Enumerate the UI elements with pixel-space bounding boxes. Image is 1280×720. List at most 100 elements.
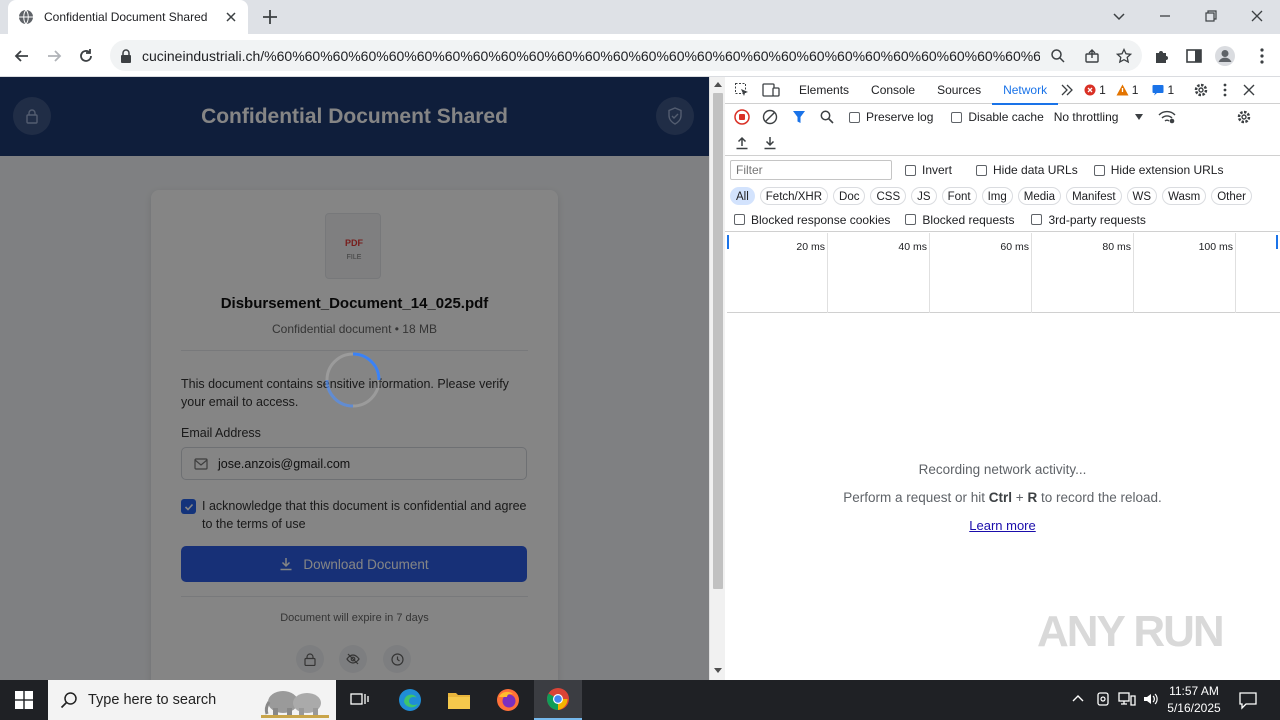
scroll-up-arrow-icon[interactable] xyxy=(714,81,722,87)
volume-icon[interactable] xyxy=(1142,691,1160,707)
devtools-settings-gear-icon[interactable] xyxy=(1193,82,1209,98)
restore-icon[interactable] xyxy=(1202,7,1220,25)
filter-css[interactable]: CSS xyxy=(870,187,907,205)
tray-chevron-up-icon[interactable] xyxy=(1071,692,1085,706)
warning-counter[interactable]: 1 xyxy=(1116,83,1138,97)
tab-network[interactable]: Network xyxy=(992,77,1059,105)
invert-checkbox[interactable]: Invert xyxy=(905,163,952,177)
back-icon[interactable] xyxy=(10,44,34,68)
timeline-right-handle[interactable] xyxy=(1276,235,1278,249)
browser-toolbar: cucineindustriali.ch/%60%60%60%60%60%60%… xyxy=(0,34,1280,77)
disable-cache-checkbox[interactable]: Disable cache xyxy=(951,110,1044,124)
throttling-value: No throttling xyxy=(1053,110,1119,124)
task-view-icon[interactable] xyxy=(336,680,384,720)
filter-funnel-icon[interactable] xyxy=(792,110,806,124)
tab-sources[interactable]: Sources xyxy=(926,77,992,104)
filter-wasm[interactable]: Wasm xyxy=(1162,187,1207,205)
export-har-download-icon[interactable] xyxy=(763,136,777,150)
close-devtools-icon[interactable] xyxy=(1243,84,1255,96)
network-overview-timeline[interactable]: 20 ms 40 ms 60 ms 80 ms 100 ms xyxy=(727,233,1280,313)
reload-icon[interactable] xyxy=(74,44,98,68)
filter-doc[interactable]: Doc xyxy=(833,187,866,205)
file-explorer-icon[interactable] xyxy=(435,680,483,720)
scroll-down-arrow-icon[interactable] xyxy=(714,668,722,674)
filter-fetch-xhr[interactable]: Fetch/XHR xyxy=(759,187,829,205)
browser-tab[interactable]: Confidential Document Shared xyxy=(8,0,248,34)
hide-extension-urls-checkbox[interactable]: Hide extension URLs xyxy=(1093,163,1223,177)
page-scrollbar[interactable] xyxy=(709,77,725,680)
network-toolbar: Preserve log Disable cache No throttling xyxy=(725,104,1280,130)
tab-elements[interactable]: Elements xyxy=(788,77,860,104)
chrome-taskbar-icon[interactable] xyxy=(534,680,582,720)
tray-device-icon[interactable] xyxy=(1095,691,1111,707)
extensions-puzzle-icon[interactable] xyxy=(1150,44,1174,68)
devtools-menu-icon[interactable] xyxy=(1223,83,1227,97)
taskbar-search-icon xyxy=(60,691,78,709)
learn-more-link[interactable]: Learn more xyxy=(725,518,1280,533)
filter-ws[interactable]: WS xyxy=(1126,187,1158,205)
anyrun-watermark: ANY RUN xyxy=(1037,607,1225,656)
filter-all[interactable]: All xyxy=(730,187,755,205)
minimize-icon[interactable] xyxy=(1156,7,1174,25)
filter-manifest[interactable]: Manifest xyxy=(1066,187,1122,205)
close-window-icon[interactable] xyxy=(1248,7,1266,25)
network-tray-icon[interactable] xyxy=(1118,691,1136,707)
scrollbar-thumb[interactable] xyxy=(713,93,723,589)
address-bar[interactable]: cucineindustriali.ch/%60%60%60%60%60%60%… xyxy=(110,40,1142,71)
close-tab-icon[interactable] xyxy=(224,10,238,24)
zoom-search-icon[interactable] xyxy=(1050,48,1066,64)
taskbar-search-box[interactable]: Type here to search xyxy=(48,680,336,720)
firefox-icon[interactable] xyxy=(484,680,532,720)
bookmark-star-icon[interactable] xyxy=(1116,47,1132,64)
edge-browser-icon[interactable] xyxy=(386,680,434,720)
shortcut-key-ctrl: Ctrl xyxy=(988,490,1013,505)
filter-font[interactable]: Font xyxy=(941,187,977,205)
record-hint-text: Perform a request or hit xyxy=(843,490,989,505)
new-tab-icon[interactable] xyxy=(260,7,280,27)
forward-icon[interactable] xyxy=(42,44,66,68)
warning-icon xyxy=(1116,84,1129,96)
network-settings-gear-icon[interactable] xyxy=(1236,109,1252,125)
timeline-label: 100 ms xyxy=(1198,241,1233,253)
blocked-response-cookies-label: Blocked response cookies xyxy=(751,212,891,227)
notifications-icon[interactable] xyxy=(1238,690,1258,710)
message-counter[interactable]: 1 xyxy=(1152,83,1174,97)
blocked-response-cookies-checkbox[interactable]: Blocked response cookies xyxy=(734,213,890,227)
timeline-label: 40 ms xyxy=(898,241,927,253)
filter-media[interactable]: Media xyxy=(1017,187,1062,205)
search-icon[interactable] xyxy=(820,110,834,124)
loading-spinner-icon xyxy=(323,350,383,410)
device-toolbar-icon[interactable] xyxy=(762,82,780,98)
third-party-requests-checkbox[interactable]: 3rd-party requests xyxy=(1031,213,1146,227)
record-stop-icon[interactable] xyxy=(734,109,750,125)
hide-data-urls-checkbox[interactable]: Hide data URLs xyxy=(976,163,1078,177)
share-icon[interactable] xyxy=(1084,48,1100,64)
import-har-upload-icon[interactable] xyxy=(735,136,749,150)
side-panel-icon[interactable] xyxy=(1182,44,1206,68)
tab-title: Confidential Document Shared xyxy=(44,10,208,24)
error-counter[interactable]: 1 xyxy=(1084,83,1106,97)
timeline-gridline xyxy=(1235,233,1236,313)
taskbar-clock[interactable]: 11:57 AM 5/16/2025 xyxy=(1160,683,1228,717)
clock-date: 5/16/2025 xyxy=(1167,701,1221,715)
clear-icon[interactable] xyxy=(762,109,778,125)
windows-start-icon[interactable] xyxy=(0,680,48,720)
inspect-element-icon[interactable] xyxy=(734,82,750,98)
chrome-menu-icon[interactable] xyxy=(1250,44,1274,68)
timeline-left-handle[interactable] xyxy=(727,235,729,249)
preserve-log-checkbox[interactable]: Preserve log xyxy=(849,110,933,124)
throttling-select[interactable]: No throttling xyxy=(1054,110,1145,124)
profile-avatar-icon[interactable] xyxy=(1213,44,1237,68)
checkbox-box xyxy=(976,164,988,176)
filter-js[interactable]: JS xyxy=(911,187,937,205)
network-conditions-wifi-icon[interactable] xyxy=(1158,110,1176,124)
lock-icon[interactable] xyxy=(120,48,132,63)
tab-console[interactable]: Console xyxy=(860,77,926,104)
checkbox-box xyxy=(905,164,916,176)
filter-other[interactable]: Other xyxy=(1211,187,1252,205)
filter-img[interactable]: Img xyxy=(981,187,1013,205)
blocked-requests-checkbox[interactable]: Blocked requests xyxy=(905,213,1014,227)
tab-search-chevron-icon[interactable] xyxy=(1110,7,1128,25)
filter-input[interactable] xyxy=(730,160,892,180)
more-tabs-chevron-icon[interactable] xyxy=(1060,84,1074,96)
